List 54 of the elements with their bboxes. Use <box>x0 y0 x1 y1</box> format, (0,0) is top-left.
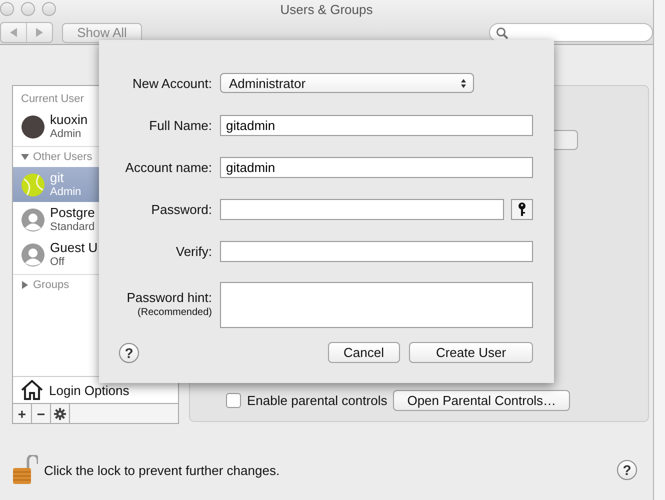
lock-message: Click the lock to prevent further changes. <box>44 462 280 478</box>
field-label: Verify: <box>176 244 212 258</box>
user-name: kuoxin <box>50 112 88 126</box>
open-parental-controls-button[interactable]: Open Parental Controls… <box>393 390 570 411</box>
house-icon <box>21 380 43 400</box>
remove-button[interactable]: − <box>32 404 51 423</box>
section-header: Current User <box>21 93 84 105</box>
text-field[interactable]: gitadmin <box>220 156 533 178</box>
back-icon[interactable] <box>10 28 17 37</box>
checkbox[interactable] <box>226 393 241 408</box>
section-header: Other Users <box>33 151 92 163</box>
user-role: Admin <box>50 185 82 198</box>
section-header: Groups <box>33 279 70 291</box>
window-control[interactable] <box>21 2 35 16</box>
user-role: Standard <box>50 220 95 234</box>
checkbox-label: Enable parental controls <box>247 393 388 408</box>
disclosure-triangle-icon[interactable] <box>21 153 29 161</box>
search-field[interactable] <box>489 23 653 42</box>
user-name: Guest U <box>50 240 98 254</box>
user-role: Admin <box>50 126 82 140</box>
search-icon <box>496 26 508 38</box>
unlocked-padlock-icon[interactable] <box>12 455 38 485</box>
window-control[interactable] <box>42 2 56 16</box>
disclosure-triangle-icon[interactable] <box>21 281 29 289</box>
field-label: Password: <box>151 202 212 216</box>
user-name: Postgre <box>50 206 95 220</box>
help-button[interactable]: ? <box>617 460 637 480</box>
account-type-popup[interactable]: Administrator <box>220 73 474 93</box>
field-label: New Account: <box>132 76 212 90</box>
forward-icon[interactable] <box>36 28 43 37</box>
text-field[interactable] <box>220 240 533 262</box>
settings-button[interactable] <box>51 404 70 423</box>
text-field[interactable]: gitadmin <box>220 114 533 136</box>
user-silhouette-icon <box>21 242 45 266</box>
user-role: Off <box>50 254 66 268</box>
user-silhouette-icon <box>21 208 45 232</box>
hint-field[interactable] <box>220 282 533 328</box>
sheet-button[interactable]: Cancel <box>328 342 400 363</box>
photo-placeholder <box>21 114 45 138</box>
key-icon <box>518 202 526 216</box>
field-sublabel: (Recommended) <box>138 306 212 320</box>
key-button[interactable] <box>511 198 533 220</box>
field-label: Password hint: <box>126 290 212 305</box>
help-button[interactable]: ? <box>119 342 139 362</box>
password-field[interactable] <box>220 198 504 220</box>
user-name: git <box>50 170 65 184</box>
window-control[interactable] <box>0 2 14 16</box>
sheet-button[interactable]: Create User <box>409 342 533 363</box>
up-down-arrows-icon <box>460 78 467 88</box>
window-title: Users & Groups <box>280 2 373 17</box>
field-label: Full Name: <box>149 118 212 132</box>
add-button[interactable]: + <box>13 404 32 423</box>
tennis-ball-avatar <box>21 172 45 196</box>
back-forward-control[interactable] <box>0 22 53 43</box>
